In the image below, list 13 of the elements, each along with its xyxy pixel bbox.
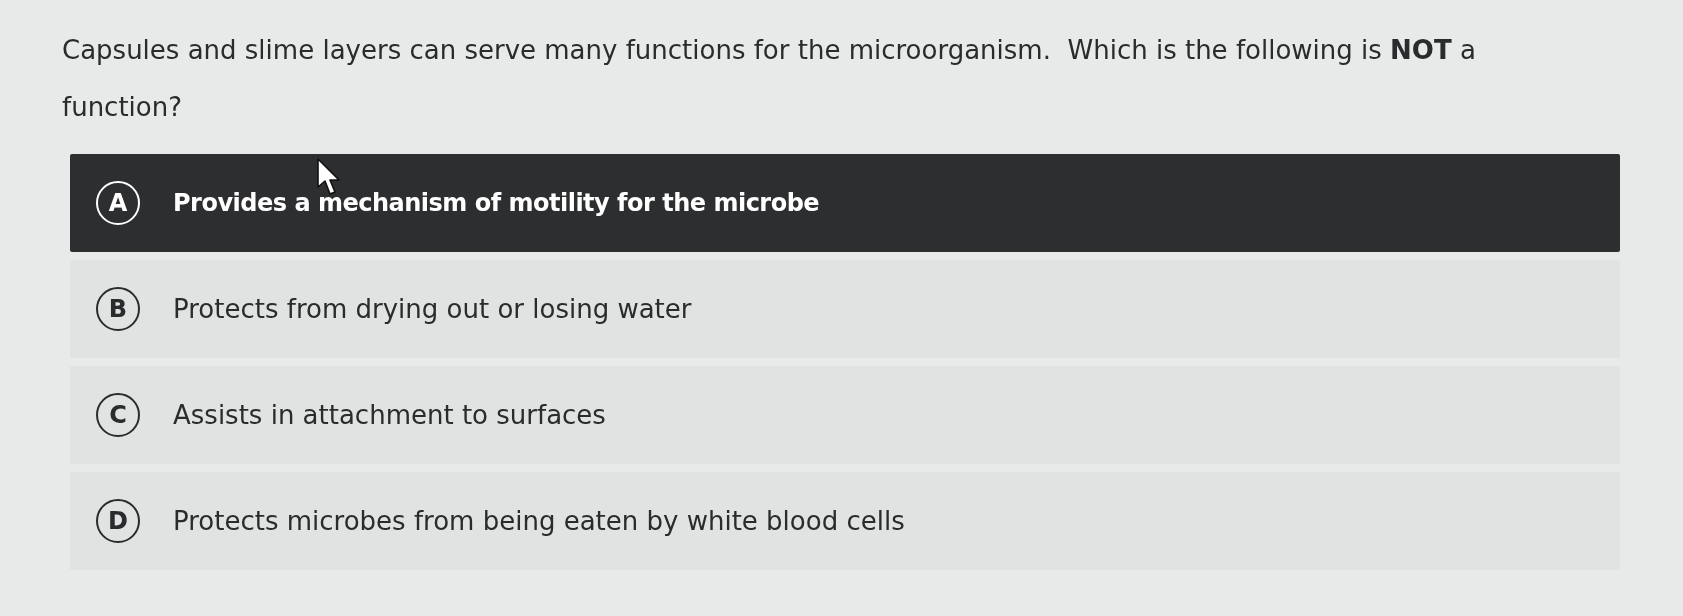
answer-option[interactable]: B Protects from drying out or losing water bbox=[70, 260, 1620, 358]
question-text: Capsules and slime layers can serve many functions for the microorganism. Which is the following is NOT a function? bbox=[62, 34, 1477, 124]
answer-option[interactable]: C Assists in attachment to surfaces bbox=[70, 366, 1620, 464]
option-letter: D bbox=[96, 499, 140, 543]
answer-option[interactable]: D Protects microbes from being eaten by white blood cells bbox=[70, 472, 1620, 570]
option-label: Protects microbes from being eaten by white blood cells bbox=[173, 506, 905, 536]
answer-option[interactable]: A Provides a mechanism of motility for the microbe bbox=[70, 154, 1620, 252]
option-letter: B bbox=[96, 287, 140, 331]
option-label: Assists in attachment to surfaces bbox=[173, 400, 606, 430]
option-letter: A bbox=[96, 181, 140, 225]
option-letter: C bbox=[96, 393, 140, 437]
option-label: Provides a mechanism of motility for the microbe bbox=[173, 189, 820, 217]
option-label: Protects from drying out or losing water bbox=[173, 294, 692, 324]
